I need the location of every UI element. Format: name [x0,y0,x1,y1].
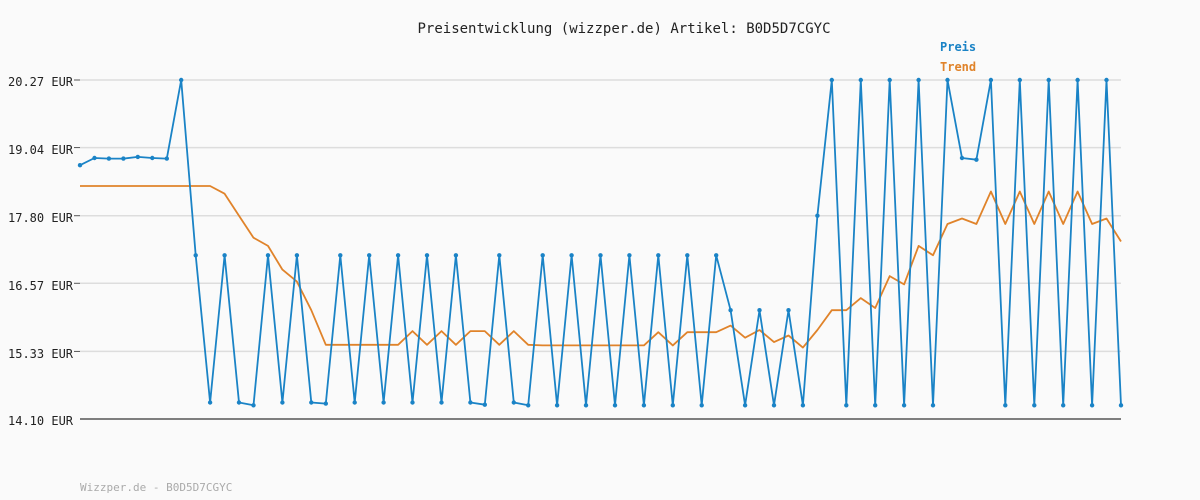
data-point-preis [453,253,459,258]
data-point-preis [193,253,198,258]
data-point-preis [815,213,820,218]
data-point-preis [511,400,516,405]
y-tick-label: 19.04 EUR [8,143,74,157]
data-point-preis [121,156,126,161]
y-tick-label: 16.57 EUR [8,279,74,293]
data-point-preis [236,400,242,405]
data-point-preis [179,77,184,83]
data-point-preis [656,253,661,258]
data-point-preis [728,308,733,313]
data-point-preis [974,157,979,162]
data-point-preis [945,77,950,83]
data-point-preis [367,253,372,258]
data-point-preis [627,253,632,258]
data-point-preis [583,403,589,408]
data-point-preis [1046,77,1051,83]
data-point-preis [771,403,777,408]
data-point-preis [164,156,169,161]
data-point-preis [338,253,343,258]
data-point-preis [554,403,560,408]
grid-lines [74,79,1121,353]
data-point-preis [829,77,834,83]
data-point-preis [699,403,704,408]
data-point-preis [1032,403,1037,408]
data-point-preis [1089,403,1095,408]
data-point-preis [916,77,921,83]
data-point-preis [482,402,487,407]
data-point-preis [439,400,444,405]
data-point-preis [873,403,878,408]
data-point-preis [685,253,690,258]
data-point-preis [786,308,791,313]
y-tick-label: 20.27 EUR [8,75,74,89]
y-tick-label: 14.10 EUR [8,414,74,428]
data-point-preis [150,155,155,161]
data-point-preis [612,403,618,408]
data-point-preis [887,77,892,83]
data-point-preis [714,253,719,258]
data-point-preis [988,77,994,83]
data-point-preis [497,253,502,258]
data-point-preis [352,400,357,405]
data-point-preis [424,253,430,258]
data-point-preis [858,77,863,83]
data-point-preis [251,403,256,408]
data-point-preis [323,401,328,406]
data-point-preis [92,155,97,161]
data-point-preis [1075,77,1080,83]
chart-svg: Preisentwicklung (wizzper.de) Artikel: B… [8,21,1124,494]
data-point-preis [1118,403,1124,408]
data-point-preis [468,400,473,405]
series-line-trend [80,185,1122,349]
data-point-preis [309,400,314,405]
data-point-preis [930,403,936,408]
data-point-preis [742,403,748,408]
data-point-preis [1104,77,1109,83]
data-point-preis [135,154,140,160]
data-point-preis [569,253,574,258]
series-layer [77,77,1124,408]
price-chart: Preisentwicklung (wizzper.de) Artikel: B… [0,0,1200,500]
data-point-preis [77,163,83,168]
data-point-preis [395,253,401,258]
data-point-preis [641,403,647,408]
data-point-preis [540,253,545,258]
data-point-preis [381,400,386,405]
legend-entry-preis: Preis [940,40,976,54]
data-point-preis [959,155,965,161]
data-point-preis [106,156,112,161]
data-point-preis [757,308,762,313]
data-point-preis [265,253,271,258]
data-point-preis [410,400,415,405]
data-point-preis [526,403,531,408]
series-line-preis [79,79,1122,407]
data-point-preis [844,403,849,408]
data-point-preis [800,403,806,408]
data-point-preis [901,403,907,408]
y-tick-label: 15.33 EUR [8,347,74,361]
data-point-preis [207,400,213,405]
chart-footer: Wizzper.de - B0D5D7CGYC [80,481,232,494]
data-point-preis [222,253,227,258]
data-point-preis [294,253,300,258]
legend-entry-trend: Trend [940,60,976,74]
data-point-preis [1003,403,1008,408]
data-point-preis [598,253,603,258]
data-point-preis [1061,403,1066,408]
y-tick-label: 17.80 EUR [8,211,74,225]
data-point-preis [1017,77,1022,83]
data-point-preis [280,400,285,405]
chart-title: Preisentwicklung (wizzper.de) Artikel: B… [417,21,830,37]
data-point-preis [670,403,675,408]
